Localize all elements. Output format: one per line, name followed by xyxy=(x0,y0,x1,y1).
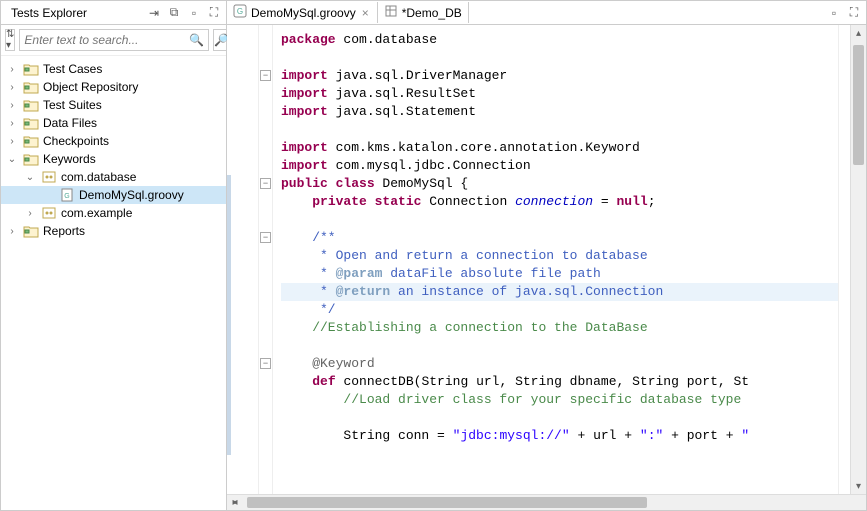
search-input-wrap[interactable]: 🔍 xyxy=(19,29,209,51)
tree-item[interactable]: › Reports xyxy=(1,222,226,240)
folder-icon xyxy=(23,80,39,94)
code-line[interactable]: */ xyxy=(281,301,838,319)
data-file-icon xyxy=(384,4,398,21)
tree-item-label: Object Repository xyxy=(43,80,138,94)
sidebar-title: Tests Explorer xyxy=(5,4,93,22)
chevron-right-icon[interactable]: › xyxy=(5,64,19,75)
svg-text:G: G xyxy=(237,7,243,16)
code-line[interactable]: import com.mysql.jdbc.Connection xyxy=(281,157,838,175)
fold-toggle-icon[interactable]: − xyxy=(260,70,271,81)
tree-item-label: Checkpoints xyxy=(43,134,109,148)
file-icon: G xyxy=(59,188,75,202)
fold-toggle-icon[interactable]: − xyxy=(260,178,271,189)
tree-item-label: DemoMySql.groovy xyxy=(79,188,184,202)
editor-minimize-icon[interactable]: ▫ xyxy=(826,5,842,21)
folder-icon xyxy=(23,152,39,166)
tree-item[interactable]: G DemoMySql.groovy xyxy=(1,186,226,204)
collapse-all-icon[interactable]: ⇥ xyxy=(146,5,162,21)
editor-tab-demodb[interactable]: *Demo_DB xyxy=(378,2,469,23)
tree-item-label: Keywords xyxy=(43,152,96,166)
chevron-right-icon[interactable]: › xyxy=(5,118,19,129)
fold-toggle-icon[interactable]: − xyxy=(260,232,271,243)
svg-text:G: G xyxy=(64,193,69,200)
search-input[interactable] xyxy=(20,33,185,47)
tree-item-label: Test Cases xyxy=(43,62,102,76)
chevron-right-icon[interactable]: › xyxy=(5,82,19,93)
code-line[interactable]: import com.kms.katalon.core.annotation.K… xyxy=(281,139,838,157)
fold-strip[interactable]: − − − − xyxy=(259,25,273,494)
link-editor-icon[interactable]: ⧉ xyxy=(166,5,182,21)
code-line[interactable]: //Establishing a connection to the DataB… xyxy=(281,319,838,337)
minimize-icon[interactable]: ▫ xyxy=(186,5,202,21)
scroll-right-icon[interactable]: ▸ xyxy=(227,495,243,511)
code-line[interactable]: /** xyxy=(281,229,838,247)
package-icon xyxy=(41,206,57,220)
tree-item[interactable]: ⌄ com.database xyxy=(1,168,226,186)
editor-tab-label: *Demo_DB xyxy=(402,6,462,20)
code-line[interactable]: import java.sql.Statement xyxy=(281,103,838,121)
folder-icon xyxy=(23,62,39,76)
package-icon xyxy=(41,170,57,184)
tree-item-label: Data Files xyxy=(43,116,97,130)
code-line[interactable] xyxy=(281,121,838,139)
chevron-right-icon[interactable]: › xyxy=(23,208,37,219)
code-line[interactable]: //Load driver class for your specific da… xyxy=(281,391,838,409)
tree-item[interactable]: › Checkpoints xyxy=(1,132,226,150)
vertical-scrollbar[interactable]: ▴ ▾ xyxy=(850,25,866,494)
editor-maximize-icon[interactable]: ⛶ xyxy=(846,5,862,21)
tree-item[interactable]: › Data Files xyxy=(1,114,226,132)
code-line[interactable]: import java.sql.DriverManager xyxy=(281,67,838,85)
chevron-right-icon[interactable]: › xyxy=(5,226,19,237)
scrollbar-thumb[interactable] xyxy=(853,45,864,165)
folder-icon xyxy=(23,134,39,148)
tree-item[interactable]: › Test Suites xyxy=(1,96,226,114)
code-line[interactable]: * @return an instance of java.sql.Connec… xyxy=(281,283,838,301)
editor-tab-label: DemoMySql.groovy xyxy=(251,6,356,20)
code-line[interactable]: def connectDB(String url, String dbname,… xyxy=(281,373,838,391)
tree-item[interactable]: › Object Repository xyxy=(1,78,226,96)
tree-item-label: com.example xyxy=(61,206,132,220)
chevron-right-icon[interactable]: › xyxy=(5,100,19,111)
code-line[interactable]: String conn = "jdbc:mysql://" + url + ":… xyxy=(281,427,838,445)
code-line[interactable] xyxy=(281,337,838,355)
code-editor[interactable]: package com.database import java.sql.Driv… xyxy=(273,25,838,494)
code-line[interactable]: public class DemoMySql { xyxy=(281,175,838,193)
overview-ruler[interactable] xyxy=(838,25,850,494)
close-icon[interactable]: × xyxy=(360,6,371,20)
chevron-down-icon[interactable]: ⌄ xyxy=(5,154,19,165)
code-line[interactable]: @Keyword xyxy=(281,355,838,373)
tree-item-label: Test Suites xyxy=(43,98,102,112)
scroll-down-icon[interactable]: ▾ xyxy=(851,478,866,494)
scrollbar-thumb-h[interactable] xyxy=(247,497,647,508)
folder-icon xyxy=(23,98,39,112)
tree-item[interactable]: › Test Cases xyxy=(1,60,226,78)
tree-item-label: com.database xyxy=(61,170,136,184)
code-line[interactable] xyxy=(281,409,838,427)
fold-toggle-icon[interactable]: − xyxy=(260,358,271,369)
code-line[interactable] xyxy=(281,49,838,67)
code-line[interactable]: * @param dataFile absolute file path xyxy=(281,265,838,283)
code-line[interactable]: private static Connection connection = n… xyxy=(281,193,838,211)
chevron-right-icon[interactable]: › xyxy=(5,136,19,147)
code-line[interactable]: import java.sql.ResultSet xyxy=(281,85,838,103)
code-line[interactable] xyxy=(281,211,838,229)
explorer-tree[interactable]: › Test Cases › Object Repository › Test Suite… xyxy=(1,56,226,510)
editor-tab-demomysql[interactable]: G DemoMySql.groovy × xyxy=(227,2,378,23)
groovy-file-icon: G xyxy=(233,4,247,21)
tree-item-label: Reports xyxy=(43,224,85,238)
chevron-down-icon[interactable]: ⌄ xyxy=(23,172,37,183)
code-line[interactable]: package com.database xyxy=(281,31,838,49)
code-line[interactable]: * Open and return a connection to databa… xyxy=(281,247,838,265)
folder-icon xyxy=(23,224,39,238)
horizontal-scrollbar[interactable]: ◂ ▸ xyxy=(227,494,866,510)
search-icon[interactable]: 🔍 xyxy=(185,33,208,47)
tree-item[interactable]: ⌄ Keywords xyxy=(1,150,226,168)
sort-dropdown[interactable]: ⇅ ▾ xyxy=(5,29,15,51)
scroll-up-icon[interactable]: ▴ xyxy=(851,25,866,41)
folder-icon xyxy=(23,116,39,130)
code-line[interactable] xyxy=(281,445,838,463)
tree-item[interactable]: › com.example xyxy=(1,204,226,222)
maximize-icon[interactable]: ⛶ xyxy=(206,5,222,21)
editor-gutter xyxy=(227,25,259,494)
